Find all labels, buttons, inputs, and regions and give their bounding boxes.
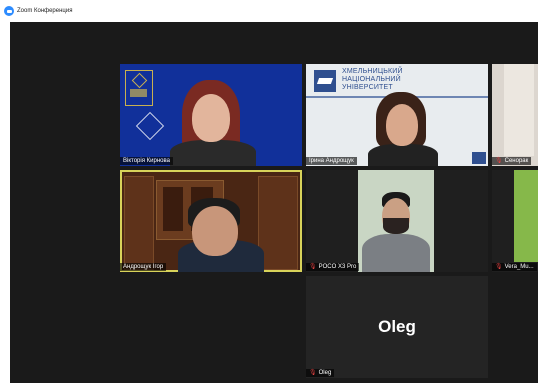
- participant-face: [192, 94, 230, 142]
- participant-tile-4-active-speaker[interactable]: Андрощук Ігор: [120, 170, 302, 272]
- participant-tile-1[interactable]: Вікторія Кирнова: [120, 64, 302, 166]
- participant-name-label: 🎙 Vera_Mu...: [492, 263, 537, 271]
- mic-muted-icon: 🎙: [309, 370, 317, 376]
- participant-name-label: Вікторія Кирнова: [120, 157, 173, 165]
- participant-tile-5[interactable]: 🎙 POCO X3 Pro: [306, 170, 488, 272]
- window-curtain: [504, 64, 534, 156]
- zoom-app-icon: [4, 6, 14, 16]
- video-feed: [358, 170, 434, 272]
- mic-muted-icon: 🎙: [495, 158, 503, 164]
- video-gallery: Вікторія Кирнова ХМЕЛЬНИЦЬКИЙ НАЦІОНАЛЬН…: [10, 22, 538, 383]
- mic-muted-icon: 🎙: [309, 264, 317, 270]
- participant-tile-3[interactable]: 🎙 Сенорак: [492, 64, 538, 166]
- participant-tile-6[interactable]: 🎙 Vera_Mu...: [492, 170, 538, 272]
- university-banner-line-3: УНІВЕРСИТЕТ: [342, 84, 393, 91]
- logo-corner-icon: [472, 152, 486, 164]
- participant-name-label: Андрощук Ігор: [120, 263, 167, 271]
- bookshelf-right: [258, 176, 298, 270]
- participant-name-label: 🎙 Oleg: [306, 369, 335, 377]
- participant-name-label: 🎙 POCO X3 Pro: [306, 263, 360, 271]
- window-title: Zoom Конференция: [17, 8, 73, 14]
- mic-muted-icon: 🎙: [495, 264, 503, 270]
- participant-name-label: 🎙 Сенорак: [492, 157, 532, 165]
- participant-tile-7[interactable]: Oleg 🎙 Oleg: [306, 276, 488, 378]
- window-titlebar: Zoom Конференция: [0, 0, 538, 22]
- participant-face: [192, 206, 238, 256]
- university-banner-line-2: НАЦІОНАЛЬНИЙ: [342, 76, 401, 83]
- bookshelf-left: [124, 176, 154, 270]
- participant-face: [386, 104, 418, 146]
- university-banner-line-1: ХМЕЛЬНИЦЬКИЙ: [342, 68, 403, 75]
- participant-avatar-name: Oleg: [378, 317, 416, 336]
- participant-name-label: Ірина Андрощук: [306, 157, 357, 165]
- participant-body: [170, 140, 256, 166]
- participant-body: [368, 144, 438, 166]
- logo-emblem-icon-2: [135, 111, 165, 141]
- participant-tile-2[interactable]: ХМЕЛЬНИЦЬКИЙ НАЦІОНАЛЬНИЙ УНІВЕРСИТЕТ Ір…: [306, 64, 488, 166]
- university-logo-icon: [314, 70, 336, 92]
- logo-emblem-icon: [125, 70, 153, 106]
- video-feed: [514, 170, 538, 262]
